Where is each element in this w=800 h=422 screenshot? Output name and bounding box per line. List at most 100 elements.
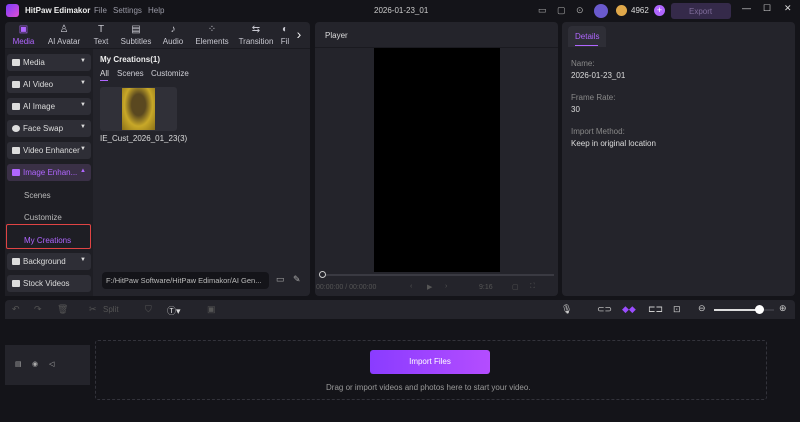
frame-rate-value: 30: [571, 105, 580, 114]
tab-elements[interactable]: ⁘ Elements: [190, 22, 234, 48]
download-icon[interactable]: ⊙: [576, 5, 584, 16]
aspect-ratio[interactable]: 9:16: [479, 284, 493, 291]
export-button[interactable]: Export: [671, 3, 731, 19]
menu-file[interactable]: File: [94, 6, 107, 15]
play-icon[interactable]: ▶: [427, 283, 432, 291]
media-thumbnail[interactable]: [100, 87, 177, 131]
sidebar-sub-my-creations[interactable]: My Creations: [24, 236, 71, 245]
sidebar-label: Face Swap: [23, 124, 64, 133]
portrait-image: [122, 88, 155, 130]
toolbar-tabs: ▣ Media ♙ AI Avatar T Text ▤ Subtitles ♪ Audi…: [5, 22, 310, 48]
zoom-in-icon[interactable]: ⊕: [779, 303, 787, 314]
filter-icon: ◐: [281, 24, 289, 35]
details-tab-label: Details: [575, 32, 600, 41]
split-track-icon[interactable]: ⊏⊐: [648, 304, 663, 315]
tab-transition[interactable]: ⇆ Transition: [234, 22, 278, 48]
open-folder-icon[interactable]: ▭: [276, 274, 285, 285]
project-name: 2026-01-23_01: [374, 6, 429, 15]
visibility-icon[interactable]: ◉: [32, 360, 38, 368]
caret-down-icon: ▼: [80, 124, 86, 130]
path-field[interactable]: F:/HitPaw Software/HitPaw Edimakor/AI Ge…: [102, 272, 269, 289]
zoom-slider[interactable]: [714, 309, 774, 311]
tabs-next-icon[interactable]: ›: [292, 22, 306, 48]
avatar[interactable]: [594, 4, 608, 18]
tab-label: Audio: [162, 37, 184, 46]
sidebar-item-media[interactable]: Media ▼: [7, 54, 91, 71]
delete-icon[interactable]: 🗑: [57, 304, 68, 315]
tab-underline: [575, 45, 598, 46]
redo-icon[interactable]: ↷: [34, 304, 42, 315]
sidebar-item-image-enhancer[interactable]: Image Enhan... ▲: [7, 164, 91, 181]
caret-down-icon: ▼: [80, 146, 86, 152]
menu-help[interactable]: Help: [148, 6, 164, 15]
folder-icon: [12, 59, 20, 66]
app-title: HitPaw Edimakor: [25, 6, 91, 15]
add-credits-icon[interactable]: +: [654, 5, 665, 16]
tab-label: AI Avatar: [47, 37, 81, 46]
text-template-icon[interactable]: Ⓣ▾: [167, 304, 181, 317]
close-icon[interactable]: ✕: [784, 3, 792, 14]
video-preview: [374, 48, 500, 272]
sidebar-item-face-swap[interactable]: Face Swap ▼: [7, 120, 91, 137]
app-logo: [6, 4, 19, 17]
caret-down-icon: ▼: [80, 58, 86, 64]
minimize-icon[interactable]: —: [742, 3, 751, 13]
sidebar-item-video-enhancer[interactable]: Video Enhancer ▼: [7, 142, 91, 159]
caret-down-icon: ▼: [80, 257, 86, 263]
crop-icon[interactable]: ▣: [207, 304, 216, 315]
maximize-icon[interactable]: ☐: [763, 3, 771, 14]
caret-up-icon: ▲: [80, 168, 86, 174]
import-files-button[interactable]: Import Files: [370, 350, 490, 374]
prev-frame-icon[interactable]: ‹: [410, 283, 412, 290]
name-label: Name:: [571, 59, 595, 68]
sidebar-item-ai-video[interactable]: AI Video ▼: [7, 76, 91, 93]
tab-audio[interactable]: ♪ Audio: [156, 22, 190, 48]
zoom-slider-handle[interactable]: [755, 305, 764, 314]
playback-scrubber[interactable]: [320, 274, 554, 276]
fit-icon[interactable]: ⊡: [673, 304, 681, 315]
frame-rate-label: Frame Rate:: [571, 93, 616, 102]
tab-media[interactable]: ▣ Media: [5, 22, 42, 48]
player-title: Player: [325, 31, 348, 40]
magnet-icon[interactable]: ◆◆: [622, 304, 636, 315]
sidebar-label: Media: [23, 58, 45, 67]
zoom-out-icon[interactable]: ⊖: [698, 303, 706, 314]
credits-count: 4962: [631, 6, 649, 15]
filter-all[interactable]: All: [100, 69, 109, 78]
fullscreen-icon[interactable]: ⛶: [530, 283, 535, 291]
sidebar-item-stock-videos[interactable]: Stock Videos: [7, 275, 91, 292]
track-type-icon: ▤: [15, 361, 22, 368]
tab-text[interactable]: T Text: [86, 22, 116, 48]
sidebar-item-ai-image[interactable]: AI Image ▼: [7, 98, 91, 115]
tab-details[interactable]: Details: [568, 26, 606, 47]
background-icon: [12, 258, 20, 265]
import-method-label: Import Method:: [571, 127, 625, 136]
sidebar-item-background[interactable]: Background ▼: [7, 253, 91, 270]
tab-ai-avatar[interactable]: ♙ AI Avatar: [42, 22, 86, 48]
sidebar-sub-customize[interactable]: Customize: [24, 213, 62, 222]
edit-icon[interactable]: ✎: [293, 274, 301, 285]
media-icon: ▣: [18, 24, 29, 35]
microphone-icon[interactable]: 🎙: [561, 304, 572, 315]
tab-filter[interactable]: ◐ Fil: [278, 22, 292, 48]
split-icon[interactable]: ✂: [89, 304, 97, 315]
sidebar-label: Image Enhan...: [23, 168, 78, 177]
split-label[interactable]: Split: [103, 305, 119, 314]
filter-customize[interactable]: Customize: [151, 69, 189, 78]
sidebar-label: Video Enhancer: [23, 146, 80, 155]
undo-icon[interactable]: ↶: [12, 304, 20, 315]
tab-subtitles[interactable]: ▤ Subtitles: [116, 22, 156, 48]
snapshot-icon[interactable]: ▢: [512, 283, 519, 291]
tab-label: Elements: [195, 37, 229, 46]
filter-scenes[interactable]: Scenes: [117, 69, 144, 78]
link-icon[interactable]: ⊂⊃: [597, 304, 612, 315]
feedback-icon[interactable]: ▢: [557, 5, 566, 16]
ai-image-icon: [12, 103, 20, 110]
sidebar-sub-scenes[interactable]: Scenes: [24, 191, 51, 200]
scrubber-handle[interactable]: [319, 271, 326, 278]
next-frame-icon[interactable]: ›: [445, 283, 447, 290]
layout-icon[interactable]: ▭: [538, 5, 547, 16]
mute-icon[interactable]: ◁: [49, 360, 54, 368]
mask-icon[interactable]: ⛉: [145, 304, 152, 315]
menu-settings[interactable]: Settings: [113, 6, 142, 15]
